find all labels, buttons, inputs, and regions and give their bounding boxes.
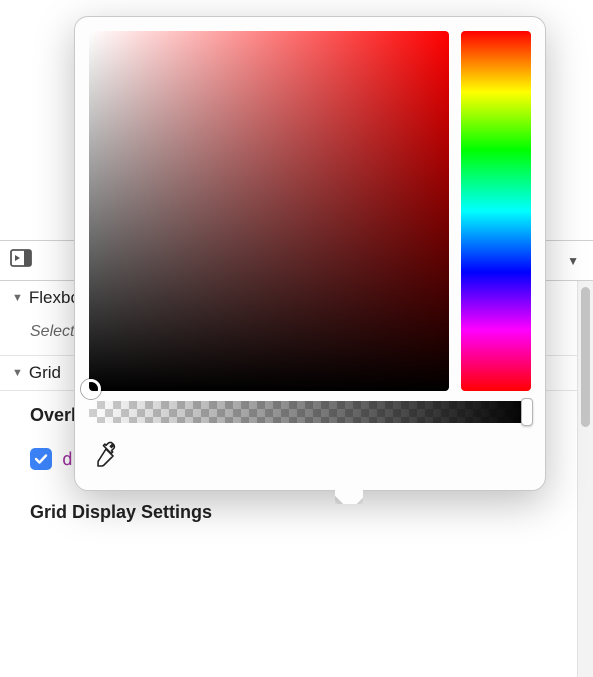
picker-tools-row (89, 437, 531, 476)
alpha-slider[interactable] (89, 401, 531, 423)
grid-section-title: Grid (29, 363, 61, 383)
eyedropper-icon[interactable] (93, 441, 121, 474)
dock-toggle-icon[interactable] (10, 249, 32, 272)
toolbar-overflow-caret[interactable]: ▼ (567, 254, 583, 268)
sv-cursor[interactable] (81, 379, 101, 399)
scrollbar-thumb[interactable] (581, 287, 590, 427)
disclosure-triangle-icon: ▼ (12, 292, 23, 304)
popover-caret (335, 490, 363, 504)
grid-display-settings-heading: Grid Display Settings (0, 488, 593, 537)
color-picker-popover (74, 16, 546, 491)
hue-slider[interactable] (461, 31, 531, 391)
alpha-thumb[interactable] (521, 398, 533, 426)
panel-scrollbar[interactable] (577, 281, 593, 677)
alpha-gradient (89, 401, 531, 423)
overlay-checkbox[interactable] (30, 448, 52, 470)
disclosure-triangle-icon: ▼ (12, 367, 23, 379)
saturation-value-field[interactable] (89, 31, 449, 391)
